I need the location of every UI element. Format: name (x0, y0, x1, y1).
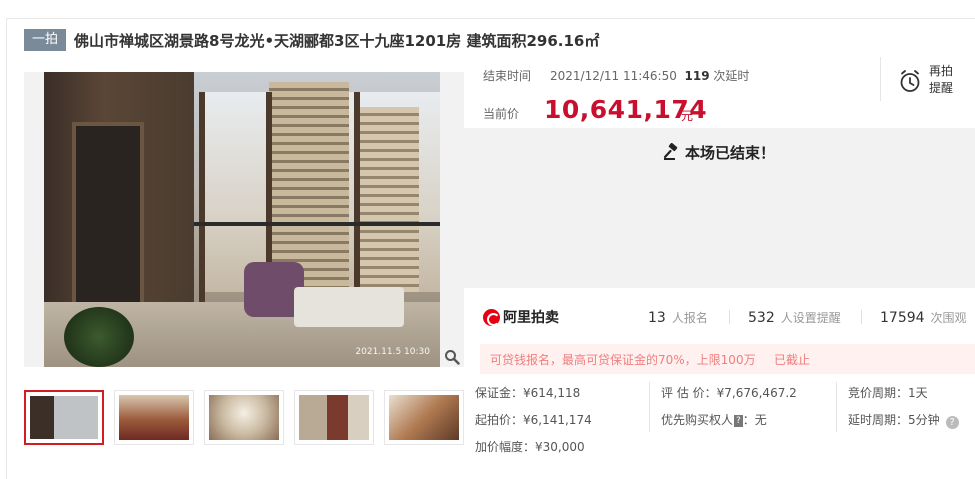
views-count: 17594 (880, 310, 925, 326)
divider (649, 382, 650, 432)
start-price: 起拍价：¥6,141,174 (475, 413, 592, 427)
reminder-label: 人设置提醒 (780, 311, 841, 325)
thumbnail[interactable] (384, 390, 464, 445)
thumbnail-strip (24, 390, 474, 445)
gavel-icon (663, 143, 678, 160)
priority-buyer-label: 优先购买权人 (661, 413, 734, 427)
thumbnail[interactable] (204, 390, 284, 445)
re-auction-remind-button[interactable]: 再拍提醒 (880, 57, 975, 101)
delay-suffix: 次延时 (713, 69, 750, 83)
main-photo-viewer[interactable]: 2021.11.5 10:30 (24, 72, 464, 367)
end-time-text: 2021/12/11 11:46:50 (550, 69, 677, 83)
thumbnail[interactable] (114, 390, 194, 445)
price-unit: 元 (681, 109, 694, 123)
reminder-stat: 532 人设置提醒 (748, 309, 841, 326)
title-row: 一拍 佛山市禅城区湖景路8号龙光•天湖郦都3区十九座1201房 建筑面积296.… (24, 28, 599, 52)
photo-window-frame (354, 92, 360, 302)
thumbnail-image (119, 395, 189, 440)
thumbnail-image (389, 395, 459, 440)
bid-increment: 加价幅度：¥30,000 (475, 440, 585, 454)
deposit: 保证金：¥614,118 (475, 386, 581, 400)
photo-railing (194, 222, 440, 226)
thumbnail-image (30, 396, 98, 439)
stats-row: 阿里拍卖 13 人报名 532 人设置提醒 17594 次围观 (463, 294, 975, 340)
delay-cycle: 延时周期：5分钟? (848, 411, 959, 429)
page-title: 佛山市禅城区湖景路8号龙光•天湖郦都3区十九座1201房 建筑面积296.16㎡ (74, 31, 600, 50)
photo-building (359, 107, 419, 292)
brand-name: 阿里拍卖 (503, 310, 559, 326)
auction-status-panel: 本场已结束！ (463, 128, 975, 288)
divider (729, 310, 730, 324)
photo-building (269, 82, 349, 292)
auction-ended-message: 本场已结束！ (463, 142, 975, 163)
views-label: 次围观 (930, 311, 967, 325)
priority-buyer-value: ：无 (742, 413, 767, 427)
end-time-label: 结束时间 (483, 69, 532, 83)
views-stat: 17594 次围观 (880, 309, 967, 326)
priority-buyer: 优先购买权人? ：无 (661, 411, 767, 428)
ali-auction-logo: 阿里拍卖 (483, 307, 559, 327)
zoom-icon[interactable] (444, 349, 460, 365)
ali-logo-icon (483, 308, 500, 326)
thumbnail-image (299, 395, 369, 440)
help-icon[interactable]: ? (945, 416, 959, 429)
end-time-value: 2021/12/11 11:46:50 119 次延时 (550, 67, 749, 84)
delay-cycle-text: 延时周期：5分钟 (848, 413, 940, 427)
signup-count: 13 (648, 310, 666, 326)
remind-label: 再拍提醒 (929, 64, 954, 95)
photo-door (72, 122, 144, 322)
auction-details: 保证金：¥614,118 起拍价：¥6,141,174 加价幅度：¥30,000… (463, 378, 975, 468)
alarm-clock-icon (900, 70, 920, 92)
loan-notice-status: 已截止 (774, 353, 811, 367)
photo-window-frame (199, 92, 205, 302)
photo-plant (64, 307, 134, 367)
divider (836, 382, 837, 432)
bidding-cycle: 竞价周期：1天 (848, 386, 928, 400)
photo-table (294, 287, 404, 327)
loan-notice: 可贷钱报名，最高可贷保证金的70%，上限100万 已截止 (480, 344, 975, 374)
appraisal-price: 评 估 价：¥7,676,467.2 (661, 386, 797, 400)
thumbnail-image (209, 395, 279, 440)
auction-round-badge: 一拍 (24, 29, 67, 51)
delay-count: 119 (684, 69, 710, 83)
divider (861, 310, 862, 324)
signup-label: 人报名 (671, 311, 708, 325)
loan-notice-text: 可贷钱报名，最高可贷保证金的70%，上限100万 (490, 353, 756, 367)
signup-stat: 13 人报名 (648, 309, 708, 326)
reminder-count: 532 (748, 310, 775, 326)
priority-info-tag[interactable]: ? (734, 415, 743, 427)
photo-timestamp: 2021.11.5 10:30 (355, 347, 430, 357)
auction-status-text: 本场已结束！ (684, 144, 775, 162)
thumbnail[interactable] (294, 390, 374, 445)
thumbnail[interactable] (24, 390, 104, 445)
main-photo: 2021.11.5 10:30 (44, 72, 440, 367)
current-price-label: 当前价 (483, 107, 520, 121)
